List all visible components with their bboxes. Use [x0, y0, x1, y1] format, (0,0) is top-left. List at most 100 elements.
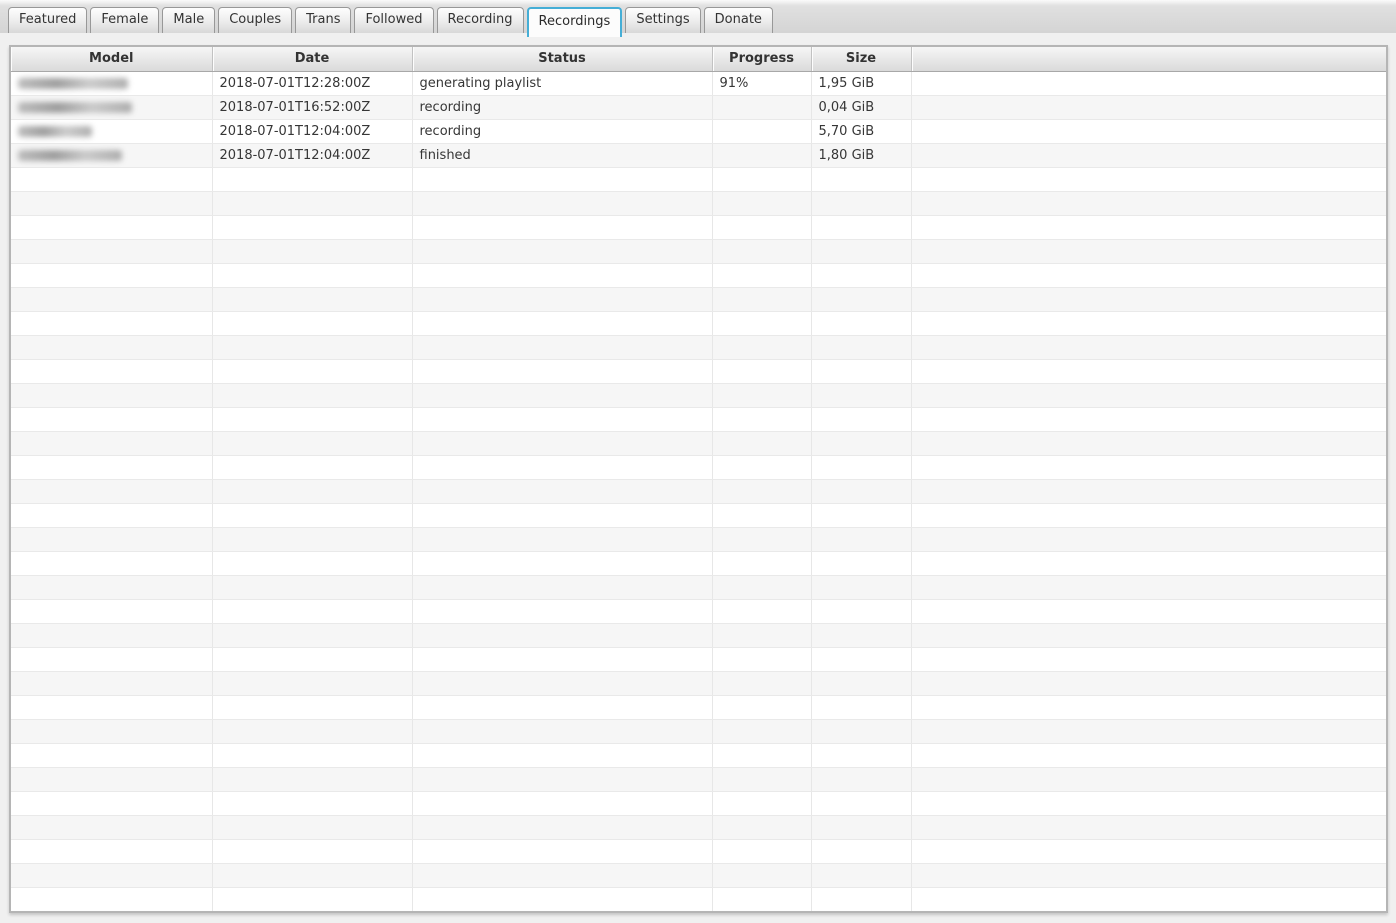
- empty-cell: [212, 407, 412, 431]
- column-header-status[interactable]: Status: [412, 47, 712, 71]
- recording-row[interactable]: 2018-07-01T12:04:00Zrecording5,70 GiB: [11, 119, 1386, 143]
- cell-date: 2018-07-01T12:04:00Z: [212, 119, 412, 143]
- redacted-model-name: [18, 102, 132, 113]
- empty-cell: [811, 863, 911, 887]
- empty-cell: [412, 383, 712, 407]
- empty-cell: [712, 743, 811, 767]
- empty-cell: [911, 815, 1386, 839]
- empty-cell: [11, 719, 212, 743]
- column-header-blank[interactable]: [911, 47, 1386, 71]
- empty-row: [11, 815, 1386, 839]
- empty-row: [11, 383, 1386, 407]
- empty-cell: [712, 695, 811, 719]
- empty-cell: [11, 767, 212, 791]
- empty-cell: [811, 815, 911, 839]
- empty-cell: [11, 455, 212, 479]
- cell-model: [11, 95, 212, 119]
- empty-cell: [412, 551, 712, 575]
- cell-date: 2018-07-01T12:28:00Z: [212, 71, 412, 95]
- empty-cell: [712, 719, 811, 743]
- empty-cell: [212, 743, 412, 767]
- empty-cell: [212, 431, 412, 455]
- recording-row[interactable]: 2018-07-01T12:28:00Zgenerating playlist9…: [11, 71, 1386, 95]
- cell-status: generating playlist: [412, 71, 712, 95]
- empty-cell: [911, 623, 1386, 647]
- empty-cell: [212, 455, 412, 479]
- empty-cell: [811, 623, 911, 647]
- tab-donate[interactable]: Donate: [704, 7, 773, 33]
- empty-cell: [212, 695, 412, 719]
- empty-row: [11, 767, 1386, 791]
- empty-cell: [811, 743, 911, 767]
- empty-cell: [412, 839, 712, 863]
- cell-date: 2018-07-01T12:04:00Z: [212, 143, 412, 167]
- empty-cell: [11, 335, 212, 359]
- empty-cell: [712, 215, 811, 239]
- empty-row: [11, 455, 1386, 479]
- cell-progress: [712, 95, 811, 119]
- cell-progress: [712, 143, 811, 167]
- cell-status: recording: [412, 119, 712, 143]
- empty-cell: [412, 431, 712, 455]
- empty-row: [11, 407, 1386, 431]
- empty-cell: [412, 695, 712, 719]
- cell-extra: [911, 95, 1386, 119]
- empty-cell: [412, 407, 712, 431]
- empty-cell: [811, 455, 911, 479]
- column-header-progress[interactable]: Progress: [712, 47, 811, 71]
- empty-cell: [212, 287, 412, 311]
- tab-followed[interactable]: Followed: [354, 7, 433, 33]
- empty-row: [11, 287, 1386, 311]
- empty-cell: [811, 575, 911, 599]
- empty-cell: [212, 719, 412, 743]
- empty-cell: [712, 503, 811, 527]
- empty-cell: [811, 767, 911, 791]
- tab-featured[interactable]: Featured: [8, 7, 87, 33]
- tab-female[interactable]: Female: [90, 7, 159, 33]
- empty-cell: [911, 575, 1386, 599]
- empty-cell: [412, 479, 712, 503]
- column-header-date[interactable]: Date: [212, 47, 412, 71]
- empty-cell: [911, 239, 1386, 263]
- empty-cell: [911, 863, 1386, 887]
- empty-row: [11, 215, 1386, 239]
- tab-trans[interactable]: Trans: [295, 7, 351, 33]
- empty-cell: [811, 191, 911, 215]
- cell-model: [11, 71, 212, 95]
- empty-cell: [412, 335, 712, 359]
- empty-cell: [11, 695, 212, 719]
- empty-row: [11, 695, 1386, 719]
- tab-recording[interactable]: Recording: [437, 7, 524, 33]
- empty-cell: [11, 383, 212, 407]
- tab-recordings[interactable]: Recordings: [527, 7, 623, 37]
- empty-cell: [911, 455, 1386, 479]
- empty-cell: [712, 647, 811, 671]
- empty-cell: [911, 407, 1386, 431]
- empty-cell: [11, 311, 212, 335]
- empty-cell: [911, 167, 1386, 191]
- empty-cell: [11, 167, 212, 191]
- column-header-size[interactable]: Size: [811, 47, 911, 71]
- empty-cell: [212, 167, 412, 191]
- empty-cell: [11, 503, 212, 527]
- empty-cell: [811, 287, 911, 311]
- empty-cell: [712, 191, 811, 215]
- recording-row[interactable]: 2018-07-01T16:52:00Zrecording0,04 GiB: [11, 95, 1386, 119]
- empty-cell: [412, 455, 712, 479]
- recording-row[interactable]: 2018-07-01T12:04:00Zfinished1,80 GiB: [11, 143, 1386, 167]
- tab-male[interactable]: Male: [162, 7, 215, 33]
- empty-cell: [712, 551, 811, 575]
- tab-settings[interactable]: Settings: [625, 7, 700, 33]
- empty-cell: [212, 791, 412, 815]
- empty-cell: [811, 215, 911, 239]
- empty-cell: [811, 599, 911, 623]
- tab-couples[interactable]: Couples: [218, 7, 292, 33]
- column-header-model[interactable]: Model: [11, 47, 212, 71]
- empty-cell: [811, 695, 911, 719]
- empty-cell: [712, 575, 811, 599]
- cell-size: 0,04 GiB: [811, 95, 911, 119]
- empty-cell: [811, 407, 911, 431]
- empty-cell: [412, 767, 712, 791]
- empty-cell: [911, 263, 1386, 287]
- empty-cell: [811, 263, 911, 287]
